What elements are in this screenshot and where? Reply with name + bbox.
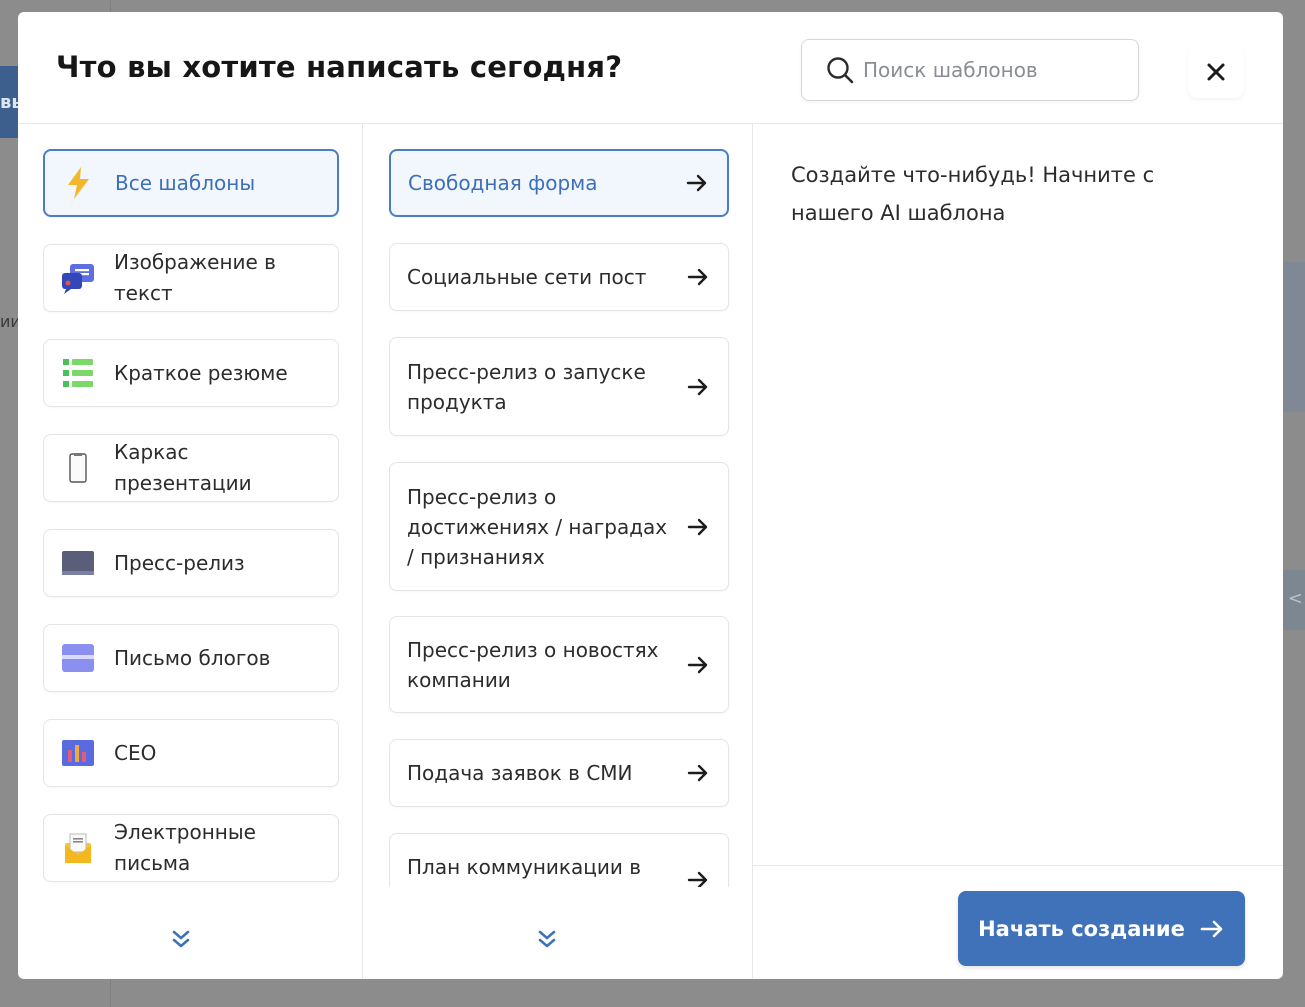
image-chat-icon — [60, 260, 96, 296]
template-label: Пресс-релиз о достижениях / наградах / п… — [407, 484, 668, 569]
modal-title: Что вы хотите написать сегодня? — [56, 50, 623, 84]
template-label: Подача заявок в СМИ — [407, 761, 633, 785]
category-label: Пресс-релиз — [114, 550, 245, 575]
arrow-right-icon — [687, 378, 708, 395]
category-item-press-release[interactable]: Пресс-релиз — [43, 529, 339, 597]
category-item-ceo[interactable]: CEO — [43, 719, 339, 787]
template-item-social-media-post[interactable]: Социальные сети пост — [389, 243, 729, 311]
arrow-right-icon — [687, 656, 708, 673]
footer-divider — [753, 865, 1283, 866]
template-preview-text: Создайте что-нибудь! Начните с нашего AI… — [791, 163, 1155, 225]
category-label: CEO — [114, 740, 157, 765]
template-item-media-pitch[interactable]: Подача заявок в СМИ — [389, 739, 729, 807]
category-item-presentation-outline[interactable]: Каркас презентации — [43, 434, 339, 502]
background-right-chevron: < — [1287, 588, 1303, 609]
card-icon — [60, 640, 96, 676]
template-item-awards-release[interactable]: Пресс-релиз о достижениях / наградах / п… — [389, 462, 729, 591]
background-left-button: вы — [0, 66, 28, 138]
arrow-right-icon — [687, 518, 708, 535]
scroll-down-chevron-icon[interactable] — [535, 927, 559, 951]
arrow-right-icon — [687, 871, 708, 887]
arrow-right-icon — [1200, 920, 1223, 937]
search-icon — [827, 57, 854, 84]
category-label: Каркас презентации — [114, 440, 252, 495]
column-divider — [752, 124, 753, 979]
arrow-right-icon — [686, 174, 707, 192]
template-label: Пресс-релиз о новостях компании — [407, 637, 659, 692]
envelope-icon — [60, 830, 96, 866]
category-label: Письмо блогов — [114, 645, 271, 670]
search-input[interactable] — [863, 58, 1113, 82]
template-label: План коммуникации в — [407, 855, 642, 879]
modal-header: Что вы хотите написать сегодня? — [18, 12, 1283, 124]
category-label: Электронные письма — [114, 820, 256, 875]
arrow-right-icon — [687, 268, 708, 286]
template-search[interactable] — [801, 39, 1139, 101]
template-item-free-form[interactable]: Свободная форма — [389, 149, 729, 217]
category-item-emails[interactable]: Электронные письма — [43, 814, 339, 882]
background-right-tab: < — [1283, 570, 1305, 630]
template-label: Социальные сети пост — [407, 265, 647, 289]
start-button-label: Начать создание — [978, 916, 1185, 941]
category-item-blog-writing[interactable]: Письмо блогов — [43, 624, 339, 692]
category-label: Краткое резюме — [114, 360, 288, 385]
monitor-icon — [60, 545, 96, 581]
chart-icon — [60, 735, 96, 771]
scroll-down-chevron-icon[interactable] — [169, 927, 193, 951]
background-right-panel — [1283, 262, 1305, 412]
template-list[interactable]: Свободная форма Социальные сети пост Пре… — [389, 149, 730, 887]
arrow-right-icon — [687, 764, 708, 782]
template-picker-modal: Что вы хотите написать сегодня? Все шабл… — [18, 12, 1283, 979]
column-divider — [362, 124, 363, 979]
document-icon — [60, 450, 96, 486]
close-icon — [1207, 63, 1225, 81]
lightning-icon — [61, 165, 97, 201]
category-label: Все шаблоны — [115, 170, 256, 195]
category-item-summary[interactable]: Краткое резюме — [43, 339, 339, 407]
category-label: Изображение в текст — [114, 250, 276, 305]
category-list[interactable]: Все шаблоны Изображение в текст Краткое … — [43, 149, 339, 884]
template-label: Свободная форма — [408, 171, 598, 195]
template-item-communication-plan[interactable]: План коммуникации в — [389, 833, 729, 887]
start-creating-button[interactable]: Начать создание — [958, 891, 1245, 966]
template-label: Пресс-релиз о запуске продукта — [407, 359, 646, 414]
template-item-product-launch-release[interactable]: Пресс-релиз о запуске продукта — [389, 337, 729, 436]
close-button[interactable] — [1188, 46, 1244, 98]
category-item-image-to-text[interactable]: Изображение в текст — [43, 244, 339, 312]
category-item-all-templates[interactable]: Все шаблоны — [43, 149, 339, 217]
list-icon — [60, 355, 96, 391]
template-item-company-news-release[interactable]: Пресс-релиз о новостях компании — [389, 616, 729, 713]
